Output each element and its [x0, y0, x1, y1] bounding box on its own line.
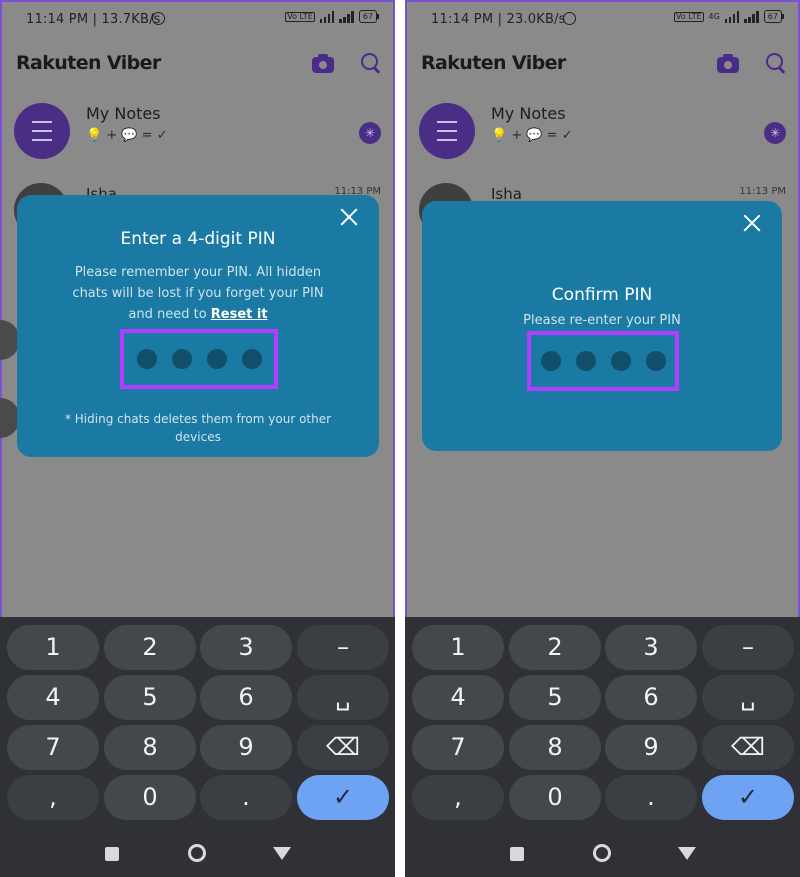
app-logo: Rakuten Viber — [421, 52, 566, 74]
key-6[interactable]: 6 — [605, 675, 697, 720]
pin-dot — [645, 351, 666, 371]
pin-dot — [610, 351, 631, 371]
back-icon[interactable] — [678, 847, 696, 860]
close-icon[interactable] — [742, 213, 762, 233]
dialog-note: * Hiding chats deletes them from your ot… — [47, 410, 349, 446]
camera-icon[interactable] — [312, 53, 334, 73]
status-bar: 11:14 PM | 23.0KB/s Vo LTE 4G 67 — [405, 0, 800, 42]
chat-name-my-notes[interactable]: My Notes — [86, 104, 161, 123]
key-comma[interactable]: , — [412, 775, 504, 820]
dialog-body: Please remember your PIN. All hidden cha… — [47, 262, 349, 325]
signal-icon-2 — [744, 10, 759, 23]
dialog-subtitle: Please re-enter your PIN — [523, 313, 681, 328]
home-icon[interactable] — [188, 844, 206, 862]
numeric-keyboard: 1 2 3 – 4 5 6 ␣ 7 8 9 ⌫ , 0 . ✓ — [0, 617, 395, 877]
phone-screen-right: 11:14 PM | 23.0KB/s Vo LTE 4G 67 Rakuten… — [405, 0, 800, 877]
key-4[interactable]: 4 — [412, 675, 504, 720]
dialog-body-text: and need to — [128, 307, 207, 322]
key-dash[interactable]: – — [297, 625, 389, 670]
done-key[interactable]: ✓ — [297, 775, 389, 820]
key-0[interactable]: 0 — [509, 775, 601, 820]
dialog-note-line: devices — [175, 430, 221, 444]
key-1[interactable]: 1 — [7, 625, 99, 670]
pin-dot — [241, 349, 262, 369]
chat-name-my-notes[interactable]: My Notes — [491, 104, 566, 123]
key-1[interactable]: 1 — [412, 625, 504, 670]
my-notes-avatar[interactable] — [419, 103, 475, 159]
dialog-body-line: and need to Reset it — [47, 304, 349, 325]
key-9[interactable]: 9 — [200, 725, 292, 770]
dialog-title: Confirm PIN — [551, 285, 653, 305]
my-notes-avatar[interactable] — [14, 103, 70, 159]
signal-icon-2 — [339, 10, 354, 23]
app-logo: Rakuten Viber — [16, 52, 161, 74]
recents-icon[interactable] — [510, 847, 524, 861]
done-key[interactable]: ✓ — [702, 775, 794, 820]
key-8[interactable]: 8 — [104, 725, 196, 770]
alarm-icon — [563, 12, 576, 25]
reset-it-link[interactable]: Reset it — [211, 307, 268, 322]
key-8[interactable]: 8 — [509, 725, 601, 770]
camera-icon[interactable] — [717, 53, 739, 73]
pin-input-highlight[interactable] — [120, 329, 278, 389]
dialog-note-line: * Hiding chats deletes them from your ot… — [64, 412, 332, 426]
volte-icon: Vo LTE — [673, 11, 704, 22]
key-9[interactable]: 9 — [605, 725, 697, 770]
pin-dot — [575, 351, 596, 371]
volte-icon: Vo LTE — [285, 11, 315, 22]
dialog-body-line: Please remember your PIN. All hidden — [74, 265, 322, 280]
key-7[interactable]: 7 — [7, 725, 99, 770]
key-6[interactable]: 6 — [200, 675, 292, 720]
home-icon[interactable] — [593, 844, 611, 862]
numeric-keyboard: 1 2 3 – 4 5 6 ␣ 7 8 9 ⌫ , 0 . ✓ — [405, 617, 800, 877]
key-0[interactable]: 0 — [104, 775, 196, 820]
star-badge-icon: ✳ — [359, 122, 381, 144]
dialog-title: Enter a 4-digit PIN — [120, 229, 276, 249]
chat-time-isha: 11:13 PM — [739, 186, 786, 197]
pin-dialog: Enter a 4-digit PIN Please remember your… — [17, 195, 379, 457]
key-space[interactable]: ␣ — [702, 675, 794, 720]
key-2[interactable]: 2 — [104, 625, 196, 670]
phone-screen-left: 11:14 PM | 13.7KB/s Vo LTE 67 Rakuten Vi… — [0, 0, 395, 877]
back-icon[interactable] — [273, 847, 291, 860]
key-4[interactable]: 4 — [7, 675, 99, 720]
key-3[interactable]: 3 — [605, 625, 697, 670]
key-5[interactable]: 5 — [104, 675, 196, 720]
search-icon[interactable] — [361, 53, 381, 74]
battery-icon: 67 — [763, 10, 785, 23]
signal-icon — [724, 10, 740, 23]
key-3[interactable]: 3 — [200, 625, 292, 670]
key-space[interactable]: ␣ — [297, 675, 389, 720]
key-2[interactable]: 2 — [509, 625, 601, 670]
key-dash[interactable]: – — [702, 625, 794, 670]
key-5[interactable]: 5 — [509, 675, 601, 720]
pin-dot — [136, 349, 157, 369]
close-icon[interactable] — [339, 207, 359, 227]
battery-icon: 67 — [358, 10, 380, 23]
search-icon[interactable] — [766, 53, 786, 74]
backspace-key[interactable]: ⌫ — [702, 725, 794, 770]
pin-dot — [540, 351, 561, 371]
pin-input-highlight[interactable] — [527, 331, 679, 391]
key-period[interactable]: . — [605, 775, 697, 820]
signal-icon — [319, 10, 335, 23]
recents-icon[interactable] — [105, 847, 119, 861]
network-type: 4G — [708, 11, 720, 21]
status-time: 11:14 PM | 23.0KB/s — [431, 12, 566, 27]
pin-dot — [171, 349, 192, 369]
status-bar: 11:14 PM | 13.7KB/s Vo LTE 67 — [0, 0, 395, 42]
chat-preview-my-notes: 💡 + 💬 = ✓ — [86, 128, 168, 143]
alarm-icon — [152, 12, 165, 25]
chat-preview-my-notes: 💡 + 💬 = ✓ — [491, 128, 573, 143]
key-period[interactable]: . — [200, 775, 292, 820]
pin-dot — [206, 349, 227, 369]
key-comma[interactable]: , — [7, 775, 99, 820]
confirm-pin-dialog: Confirm PIN Please re-enter your PIN — [422, 201, 782, 451]
dialog-body-line: chats will be lost if you forget your PI… — [72, 286, 324, 301]
status-time: 11:14 PM | 13.7KB/s — [26, 12, 161, 27]
backspace-key[interactable]: ⌫ — [297, 725, 389, 770]
key-7[interactable]: 7 — [412, 725, 504, 770]
star-badge-icon: ✳ — [764, 122, 786, 144]
